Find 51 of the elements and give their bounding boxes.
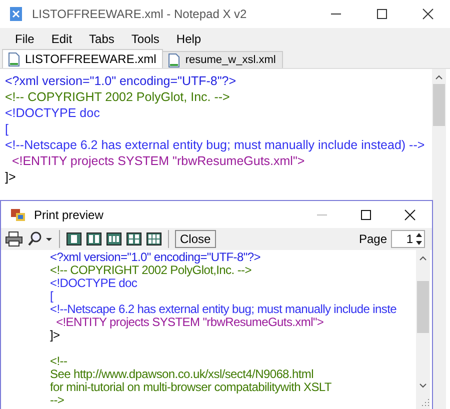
page-spinner[interactable]: 1 bbox=[391, 230, 425, 248]
two-pages-icon[interactable] bbox=[86, 232, 102, 246]
code-line: ]> bbox=[5, 169, 16, 185]
scroll-up-icon[interactable] bbox=[419, 255, 427, 261]
code-line: [ bbox=[5, 121, 8, 137]
preview-window-icon bbox=[10, 206, 26, 222]
code-line: for mini-tutorial on multi-browser compatabilitywith XSLT bbox=[50, 381, 332, 394]
code-line: <?xml version="1.0" encoding="UTF-8"?> bbox=[5, 73, 236, 89]
scrollbar[interactable] bbox=[432, 69, 446, 409]
code-line: <!ENTITY projects SYSTEM "rbwResumeGuts.xml"> bbox=[10, 153, 305, 169]
four-pages-icon[interactable] bbox=[126, 232, 142, 246]
code-line: <!DOCTYPE doc bbox=[50, 277, 138, 290]
code-line: <?xml version="1.0" encoding="UTF-8"?> bbox=[50, 251, 260, 264]
scrollbar[interactable] bbox=[416, 250, 430, 409]
three-pages-icon[interactable] bbox=[106, 232, 122, 246]
code-line: <!-- COPYRIGHT 2002 PolyGlot, Inc. --> bbox=[5, 89, 230, 105]
one-page-icon[interactable] bbox=[66, 232, 82, 246]
code-line: <!DOCTYPE doc bbox=[5, 105, 100, 121]
code-line: <!--Netscape 6.2 has external entity bug; must manually include inste bbox=[50, 303, 396, 316]
tab[interactable]: LISTOFFREEWARE.xml bbox=[2, 49, 164, 68]
maximize-icon[interactable] bbox=[360, 208, 372, 220]
code-line: <!-- bbox=[50, 355, 68, 368]
window-title: Print preview bbox=[34, 208, 104, 222]
scroll-thumb[interactable] bbox=[433, 84, 445, 126]
printer-icon[interactable] bbox=[5, 231, 23, 247]
code-line: ]> bbox=[50, 329, 60, 342]
maximize-icon[interactable] bbox=[376, 8, 388, 20]
code-line: --> bbox=[50, 394, 64, 407]
window-title: LISTOFFREEWARE.xml - Notepad X v2 bbox=[32, 7, 247, 21]
scroll-thumb[interactable] bbox=[417, 281, 429, 333]
close-icon[interactable] bbox=[422, 8, 434, 20]
menu-item[interactable]: Help bbox=[169, 30, 208, 48]
tab[interactable]: resume_w_xsl.xml bbox=[162, 51, 283, 68]
code-line: <!ENTITY projects SYSTEM "rbwResumeGuts.xml"> bbox=[56, 316, 324, 329]
code-line: [ bbox=[50, 290, 54, 303]
app-icon bbox=[8, 6, 24, 22]
magnifier-dropdown-icon[interactable] bbox=[27, 231, 53, 247]
scroll-down-icon[interactable] bbox=[419, 383, 427, 389]
close-icon[interactable] bbox=[404, 208, 416, 220]
code-line: See http://www.dpawson.co.uk/xsl/sect4/N9068.html bbox=[50, 368, 314, 381]
code-line: <!-- COPYRIGHT 2002 PolyGlot,Inc. --> bbox=[50, 264, 252, 277]
menu-item[interactable]: Tabs bbox=[82, 30, 122, 48]
scroll-up-icon[interactable] bbox=[435, 74, 443, 80]
six-pages-icon[interactable] bbox=[146, 232, 162, 246]
close-button[interactable]: Close bbox=[175, 230, 216, 248]
menu-item[interactable]: Tools bbox=[124, 30, 166, 48]
resize-grip-icon[interactable] bbox=[420, 397, 430, 407]
menu-item[interactable]: File bbox=[8, 30, 42, 48]
menu-item[interactable]: Edit bbox=[44, 30, 80, 48]
page-label: Page bbox=[358, 232, 387, 246]
code-line: <!--Netscape 6.2 has external entity bug; must manually include instead) --> bbox=[5, 137, 425, 153]
